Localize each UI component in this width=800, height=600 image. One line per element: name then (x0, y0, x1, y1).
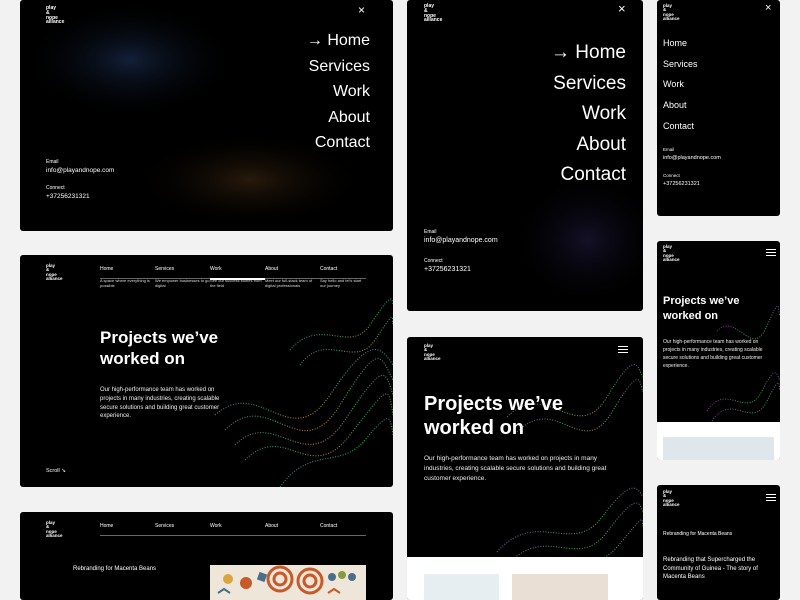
email-label: Email (663, 147, 675, 152)
logo[interactable]: play & nope alliance (663, 489, 680, 507)
tablet-menu-screen: play & nope alliance × → Home Services Work… (407, 0, 643, 311)
project-thumbnails-strip (657, 422, 780, 460)
logo[interactable]: play & nope alliance (46, 520, 63, 538)
project-title: Rebranding for Macenta Beans (73, 566, 157, 572)
menu-item-services[interactable]: Services (307, 54, 370, 80)
desktop-project-detail-screen: play & nope alliance Home Services Work Abo… (20, 512, 393, 600)
hero-description: Our high-performance team has worked on … (663, 339, 763, 369)
logo[interactable]: play & nope alliance (424, 343, 441, 361)
connect-label: Connect (663, 173, 680, 178)
tablet-projects-screen: play & nope alliance Projects we’ve worked … (407, 337, 643, 600)
menu-item-work[interactable]: Work (663, 74, 698, 95)
scroll-indicator[interactable]: Scroll ↘ (46, 468, 66, 474)
phone-link[interactable]: +37256231321 (46, 193, 90, 200)
menu-item-services[interactable]: Services (663, 54, 698, 75)
project-subtitle: Rebranding that Supercharged the Communi… (663, 557, 758, 580)
menu-item-work[interactable]: Work (307, 79, 370, 105)
menu-item-work[interactable]: Work (551, 99, 626, 130)
nav-item-work[interactable]: Work (210, 523, 265, 529)
menu-item-contact[interactable]: Contact (663, 116, 698, 137)
menu-item-services[interactable]: Services (551, 69, 626, 100)
page-title: Projects we’ve worked on (100, 328, 219, 368)
email-link[interactable]: info@playandnope.com (663, 155, 721, 161)
close-icon[interactable]: × (358, 3, 365, 17)
project-thumbnails-strip (407, 557, 643, 600)
pattern-artwork (217, 565, 356, 595)
menu-item-home[interactable]: → Home (551, 38, 626, 69)
mobile-projects-screen: play & nope alliance Projects we’ve worked … (657, 241, 780, 460)
nav-divider (100, 535, 366, 536)
mobile-project-detail-screen: play & nope alliance Rebranding for Macenta… (657, 485, 780, 600)
phone-link[interactable]: +37256231321 (663, 181, 700, 187)
connect-label: Connect (424, 258, 443, 264)
particle-wave-art (214, 298, 393, 487)
menu-item-home[interactable]: Home (663, 33, 698, 54)
email-link[interactable]: info@playandnope.com (46, 167, 114, 174)
connect-label: Connect (46, 185, 65, 191)
nav-divider (100, 277, 366, 280)
nav-item-services[interactable]: Services (155, 523, 210, 529)
hero-description: Our high-performance team has worked on … (424, 455, 607, 482)
email-label: Email (424, 229, 437, 235)
logo[interactable]: play & nope alliance (663, 244, 680, 262)
nav-item-about[interactable]: About (265, 523, 320, 529)
page-title: Projects we’ve worked on (424, 393, 563, 439)
project-thumbnail[interactable] (424, 574, 499, 600)
hamburger-menu-icon[interactable] (766, 494, 776, 501)
project-thumbnail[interactable] (512, 574, 608, 600)
nav-active-indicator (210, 277, 265, 280)
top-nav: Home Services Work About Contact (100, 523, 368, 529)
menu-item-contact[interactable]: Contact (307, 130, 370, 156)
menu-list: → Home Services Work About Contact (307, 28, 370, 156)
email-link[interactable]: info@playandnope.com (424, 237, 498, 244)
project-thumbnail[interactable] (663, 437, 774, 460)
menu-item-contact[interactable]: Contact (551, 160, 626, 191)
menu-item-about[interactable]: About (551, 130, 626, 161)
desktop-projects-screen: play & nope alliance Home A space where ever… (20, 255, 393, 487)
nav-item-contact[interactable]: Contact (320, 523, 368, 529)
logo[interactable]: play & nope alliance (663, 3, 680, 21)
close-icon[interactable]: × (618, 1, 626, 16)
hamburger-menu-icon[interactable] (766, 249, 776, 256)
hamburger-menu-icon[interactable] (618, 346, 628, 353)
nav-item-home[interactable]: Home (100, 523, 155, 529)
menu-item-home[interactable]: → Home (307, 28, 370, 54)
menu-list: → Home Services Work About Contact (551, 38, 626, 191)
project-title: Rebranding for Macenta Beans (663, 531, 733, 537)
project-hero-image (210, 565, 366, 600)
logo[interactable]: play & nope alliance (46, 6, 64, 25)
mobile-menu-screen: play & nope alliance × Home Services Work A… (657, 0, 780, 216)
logo[interactable]: play & nope alliance (46, 263, 63, 281)
desktop-menu-screen: play & nope alliance × → Home Services Work… (20, 0, 393, 231)
phone-link[interactable]: +37256231321 (424, 266, 471, 273)
email-label: Email (46, 159, 59, 165)
menu-item-about[interactable]: About (663, 95, 698, 116)
menu-item-about[interactable]: About (307, 105, 370, 131)
close-icon[interactable]: × (765, 2, 771, 14)
menu-list: Home Services Work About Contact (663, 33, 698, 137)
hero-description: Our high-performance team has worked on … (100, 387, 220, 420)
page-title: Projects we’ve worked on (663, 295, 740, 322)
logo[interactable]: play & nope alliance (424, 4, 442, 23)
